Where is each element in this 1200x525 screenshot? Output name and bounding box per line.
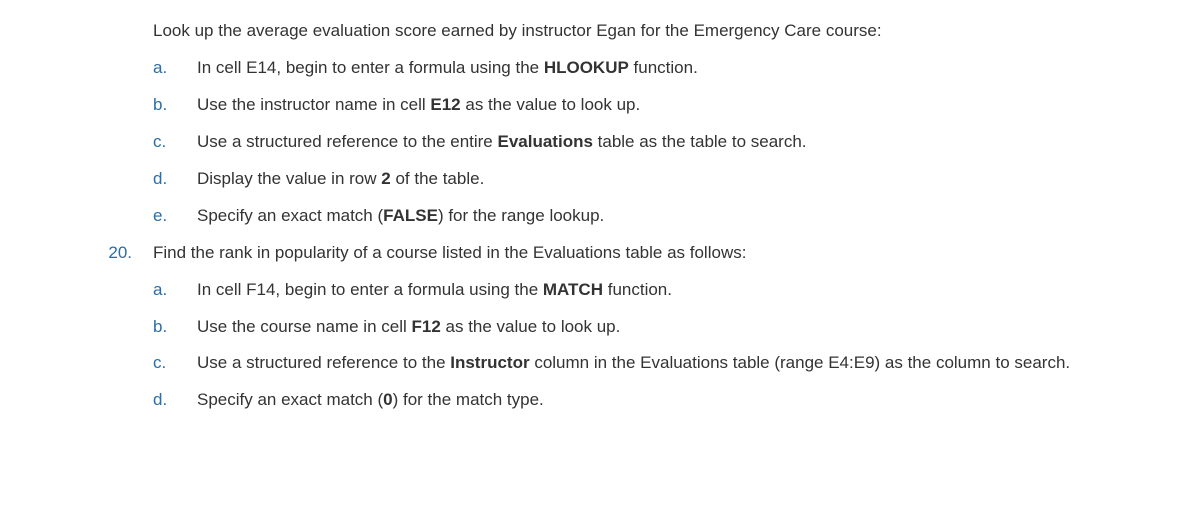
question-body: Find the rank in popularity of a course … [140,242,1100,265]
text-post: column in the Evaluations table (range E… [530,353,1071,372]
sub-letter: a. [153,279,181,302]
sub-letter: b. [153,316,181,339]
text-pre: Display the value in row [197,169,381,188]
text-post: as the value to look up. [441,317,621,336]
text-pre: Use a structured reference to the entire [197,132,498,151]
sub-item-a: a. In cell E14, begin to enter a formula… [153,57,1100,80]
text-bold: Instructor [450,353,529,372]
sub-body: Use a structured reference to the Instru… [181,352,1100,375]
text-pre: Specify an exact match ( [197,206,383,225]
text-pre: In cell E14, begin to enter a formula us… [197,58,544,77]
sub-item-b: b. Use the instructor name in cell E12 a… [153,94,1100,117]
text-pre: Use the course name in cell [197,317,412,336]
text-bold: HLOOKUP [544,58,629,77]
sub-body: Specify an exact match (0) for the match… [181,389,1100,412]
text-bold: Evaluations [498,132,593,151]
sub-body: Use the course name in cell F12 as the v… [181,316,1100,339]
sub-item-a: a. In cell F14, begin to enter a formula… [153,279,1100,302]
sub-item-d: d. Display the value in row 2 of the tab… [153,168,1100,191]
text-post: table as the table to search. [593,132,807,151]
text-pre: In cell F14, begin to enter a formula us… [197,280,543,299]
question-number: 20. [100,242,140,265]
sublist-q1: a. In cell E14, begin to enter a formula… [153,57,1100,228]
text-bold: FALSE [383,206,438,225]
sub-body: Specify an exact match (FALSE) for the r… [181,205,1100,228]
question-20: 20. Find the rank in popularity of a cou… [100,242,1100,265]
sub-item-c: c. Use a structured reference to the ent… [153,131,1100,154]
sub-item-d: d. Specify an exact match (0) for the ma… [153,389,1100,412]
text-post: function. [629,58,698,77]
sub-letter: c. [153,131,181,154]
text-post: ) for the range lookup. [438,206,604,225]
text-bold: MATCH [543,280,603,299]
text-pre: Use a structured reference to the [197,353,450,372]
text-post: function. [603,280,672,299]
text-pre: Specify an exact match ( [197,390,383,409]
text-post: of the table. [391,169,485,188]
sub-body: Display the value in row 2 of the table. [181,168,1100,191]
question-intro: Look up the average evaluation score ear… [153,20,1100,43]
sub-item-c: c. Use a structured reference to the Ins… [153,352,1100,375]
sub-letter: c. [153,352,181,375]
sub-letter: d. [153,168,181,191]
text-post: ) for the match type. [393,390,544,409]
text-bold: E12 [430,95,460,114]
intro-text: Look up the average evaluation score ear… [153,21,882,40]
sub-body: In cell E14, begin to enter a formula us… [181,57,1100,80]
sub-letter: b. [153,94,181,117]
sub-item-b: b. Use the course name in cell F12 as th… [153,316,1100,339]
sub-body: In cell F14, begin to enter a formula us… [181,279,1100,302]
sub-letter: e. [153,205,181,228]
sub-letter: d. [153,389,181,412]
text-post: as the value to look up. [461,95,641,114]
text-bold: 2 [381,169,390,188]
sub-item-e: e. Specify an exact match (FALSE) for th… [153,205,1100,228]
sub-body: Use the instructor name in cell E12 as t… [181,94,1100,117]
sub-body: Use a structured reference to the entire… [181,131,1100,154]
text-pre: Use the instructor name in cell [197,95,430,114]
text-bold: F12 [412,317,441,336]
sub-letter: a. [153,57,181,80]
sublist-q2: a. In cell F14, begin to enter a formula… [153,279,1100,413]
text-bold: 0 [383,390,392,409]
